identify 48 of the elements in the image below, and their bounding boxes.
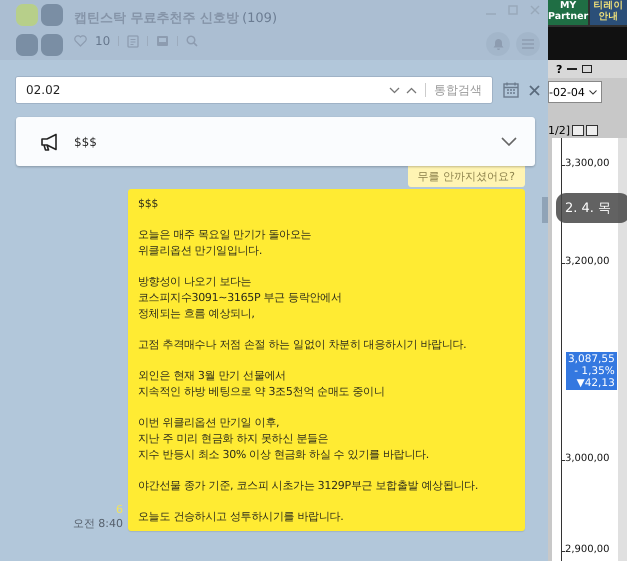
- bell-button[interactable]: [486, 32, 510, 56]
- megaphone-icon: [40, 132, 60, 150]
- message-paragraph: 외인은 현재 3월 만기 선물에서 지속적인 하방 베팅으로 약 3조5천억 순매도 중이니: [138, 368, 386, 400]
- maximize-icon[interactable]: [582, 65, 592, 73]
- message-paragraph: 오늘도 건승하시고 성투하시기를 바랍니다.: [138, 509, 344, 525]
- restore-button[interactable]: [572, 124, 584, 136]
- message-paragraph: 오늘은 매주 목요일 만기가 돌아오는 위클리옵션 만기일입니다.: [138, 227, 312, 259]
- price-tag: 3,087,55 - 1,35% ▼42,13: [566, 352, 617, 390]
- message-paragraph: 방향성이 나오기 보다는 코스피지수3091~3165P 부근 등락안에서 정체되는 흐름 예상되니,: [138, 274, 343, 322]
- minimize-icon[interactable]: [567, 68, 578, 70]
- date-field[interactable]: -02-04: [548, 81, 602, 103]
- help-button[interactable]: ?: [556, 62, 562, 76]
- search-icon[interactable]: [186, 35, 198, 47]
- search-field[interactable]: 02.02 통합검색: [15, 76, 493, 104]
- member-count: (109): [242, 11, 278, 26]
- notice-banner[interactable]: $$$: [16, 117, 535, 166]
- avatar-image: [16, 4, 38, 26]
- inbox-icon[interactable]: [156, 35, 170, 47]
- close-icon[interactable]: [529, 84, 540, 96]
- message-paragraph: 야간선물 종가 기준, 코스피 시초가는 3129P부근 보합출발 예상됩니다.: [138, 478, 480, 494]
- chat-message: 무를 안까지셨어요?: [408, 166, 525, 187]
- calendar-icon[interactable]: [503, 82, 519, 98]
- axis-label: 3,000,00: [565, 453, 610, 464]
- avatar-image: [41, 34, 63, 56]
- app-tab[interactable]: 티레이 안내: [590, 0, 627, 25]
- chevron-up-icon[interactable]: [406, 86, 417, 94]
- menu-button[interactable]: [516, 32, 540, 56]
- message-paragraph: 고점 추격매수나 저점 손절 하는 일없이 차분히 대응하시기 바랍니다.: [138, 337, 468, 353]
- bell-icon: [492, 38, 504, 50]
- avatar-image: [41, 4, 63, 26]
- unread-count: 6: [116, 503, 123, 516]
- like-count: 10: [95, 34, 110, 48]
- message-paragraph: $$$: [138, 196, 160, 212]
- chevron-down-icon[interactable]: [501, 137, 517, 146]
- message-paragraph: 이번 위클리옵션 만기일 이후, 지난 주 미리 현금화 하지 못하신 분들은 지수 반등시 최소 30% 이상 현금화 하실 수 있기를 바랍니다.: [138, 415, 430, 463]
- menu-icon: [522, 39, 534, 49]
- message-time: 오전 8:40: [72, 516, 123, 531]
- page-indicator: 1/2]: [548, 124, 570, 136]
- heart-icon[interactable]: [74, 35, 87, 47]
- axis-label: 3,300,00: [565, 158, 610, 169]
- notice-text: $$$: [74, 134, 98, 148]
- axis-label: 2,900,00: [565, 544, 610, 555]
- axis-label: 3,200,00: [565, 256, 610, 267]
- chevron-down-icon[interactable]: [589, 90, 597, 94]
- note-icon[interactable]: [127, 34, 140, 48]
- date-badge: 2. 4. 목: [556, 193, 627, 223]
- app-tab[interactable]: MY Partner: [548, 0, 588, 25]
- avatar-image: [16, 34, 38, 56]
